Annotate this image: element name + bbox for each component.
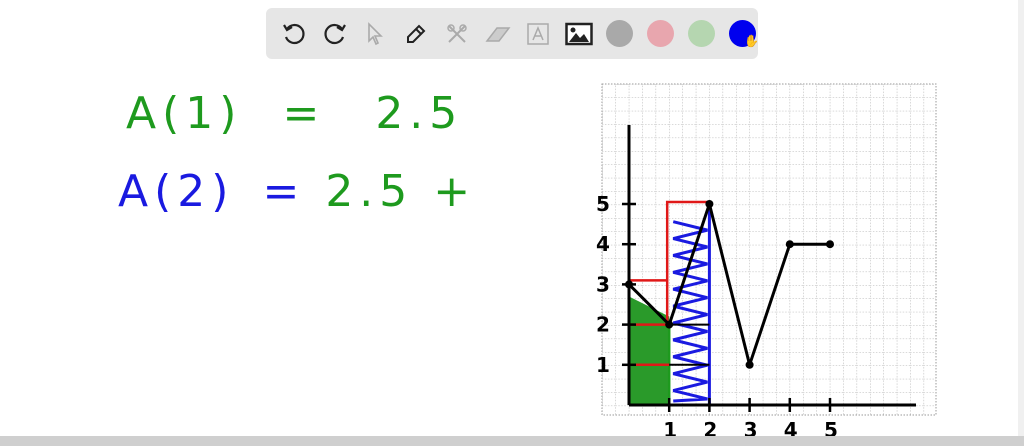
data-point (826, 240, 834, 249)
y-tick-label: 1 (596, 353, 610, 377)
y-tick-label: 5 (596, 192, 610, 216)
data-point (625, 280, 633, 289)
data-point (785, 240, 794, 249)
vertical-scrollbar[interactable] (1018, 0, 1024, 436)
y-tick-label: 3 (596, 272, 610, 296)
y-tick-label: 2 (596, 313, 610, 337)
y-tick-label: 4 (596, 232, 610, 256)
graph: 1 2 3 4 512345 (596, 83, 937, 442)
horizontal-scrollbar[interactable] (0, 436, 1024, 446)
data-point (745, 360, 754, 369)
data-point (665, 320, 674, 329)
data-point (705, 200, 714, 208)
